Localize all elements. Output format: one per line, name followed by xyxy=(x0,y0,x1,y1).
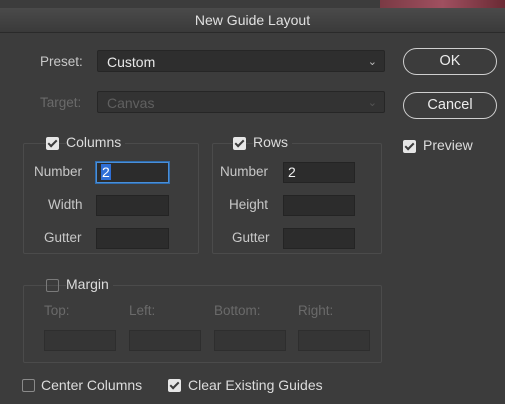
rows-height-input[interactable] xyxy=(283,195,355,216)
preview-checkbox[interactable] xyxy=(403,140,416,153)
rows-number-input[interactable]: 2 xyxy=(283,162,355,183)
cancel-button[interactable]: Cancel xyxy=(403,92,497,119)
columns-width-label: Width xyxy=(48,197,83,212)
columns-number-value: 2 xyxy=(101,164,111,180)
margin-label: Margin xyxy=(66,276,113,292)
rows-checkbox[interactable] xyxy=(233,137,246,150)
margin-bottom-input[interactable] xyxy=(214,330,286,351)
columns-gutter-input[interactable] xyxy=(96,228,169,249)
chevron-down-icon: ⌄ xyxy=(367,97,377,109)
preset-value: Custom xyxy=(107,54,156,70)
columns-gutter-label: Gutter xyxy=(44,230,82,245)
clear-guides-label: Clear Existing Guides xyxy=(188,377,323,393)
columns-number-label: Number xyxy=(34,164,83,179)
columns-number-input[interactable]: 2 xyxy=(96,162,169,183)
margin-left-input[interactable] xyxy=(129,330,201,351)
clear-guides-checkbox[interactable] xyxy=(168,379,181,392)
columns-checkbox[interactable] xyxy=(46,137,59,150)
center-columns-label: Center Columns xyxy=(41,377,143,393)
target-label: Target: xyxy=(40,95,82,110)
preset-select[interactable]: Custom ⌄ xyxy=(97,50,385,72)
margin-group xyxy=(23,285,382,363)
target-value: Canvas xyxy=(107,95,155,111)
dialog-title: New Guide Layout xyxy=(0,8,505,33)
new-guide-layout-dialog: New Guide Layout Preset: Custom ⌄ Target… xyxy=(0,0,505,404)
margin-checkbox[interactable] xyxy=(46,279,59,292)
rows-gutter-label: Gutter xyxy=(232,230,270,245)
rows-height-label: Height xyxy=(229,197,269,212)
center-columns-checkbox[interactable] xyxy=(22,379,35,392)
margin-right-input[interactable] xyxy=(298,330,370,351)
margin-right-label: Right: xyxy=(298,303,334,318)
columns-label: Columns xyxy=(66,134,126,150)
canvas-background-strip xyxy=(380,0,505,8)
preview-label: Preview xyxy=(423,137,473,153)
rows-number-label: Number xyxy=(220,164,269,179)
margin-left-label: Left: xyxy=(129,303,156,318)
margin-top-input[interactable] xyxy=(44,330,116,351)
margin-top-label: Top: xyxy=(44,303,70,318)
rows-gutter-input[interactable] xyxy=(283,228,355,249)
ok-button[interactable]: OK xyxy=(403,48,497,75)
target-select[interactable]: Canvas ⌄ xyxy=(97,91,385,113)
chevron-down-icon: ⌄ xyxy=(367,56,377,68)
preset-label: Preset: xyxy=(40,54,83,69)
columns-width-input[interactable] xyxy=(96,195,169,216)
rows-label: Rows xyxy=(253,134,293,150)
margin-bottom-label: Bottom: xyxy=(214,303,261,318)
